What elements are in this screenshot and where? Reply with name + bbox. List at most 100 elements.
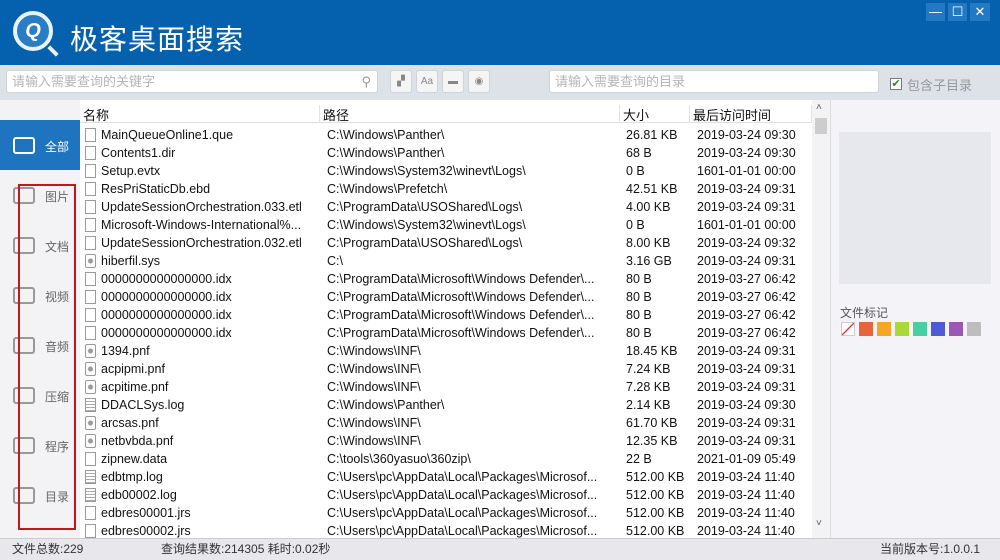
include-subdirs-checkbox[interactable]: ✔	[890, 78, 902, 90]
file-icon	[85, 164, 96, 178]
column-name[interactable]: 名称	[80, 105, 320, 123]
copy-mode-button[interactable]: ▞	[390, 70, 412, 93]
file-name: Setup.evtx	[101, 164, 161, 178]
file-size: 512.00 KB	[626, 506, 685, 520]
mark-color-swatch[interactable]	[931, 322, 945, 336]
file-path: C:\ProgramData\Microsoft\Windows Defende…	[327, 290, 595, 304]
file-mark-label: 文件标记	[840, 306, 889, 320]
gear-icon	[85, 254, 96, 268]
mark-color-swatch[interactable]	[967, 322, 981, 336]
eye-icon: ◉	[474, 76, 484, 87]
maximize-button[interactable]: ☐	[948, 3, 967, 21]
sidebar-item-0[interactable]: 全部	[0, 120, 80, 170]
file-name: ResPriStaticDb.ebd	[101, 182, 211, 196]
table-row[interactable]: zipnew.data C:\tools\360yasuo\360zip\ 22 B…	[80, 450, 812, 468]
file-icon	[85, 452, 96, 466]
file-path: C:\Users\pc\AppData\Local\Packages\Micro…	[327, 470, 598, 484]
table-row[interactable]: Contents1.dir C:\Windows\Panther\ 68 B 2019…	[80, 144, 812, 162]
match-case-button[interactable]: Aa	[416, 70, 438, 93]
mark-color-swatch[interactable]	[895, 322, 909, 336]
status-bar: 文件总数:229 查询结果数:214305 耗时:0.02秒 当前版本号:1.0…	[0, 538, 1000, 560]
preview-area	[839, 132, 991, 284]
last-access-time: 2019-03-24 09:32	[697, 236, 796, 250]
version: 当前版本号:1.0.0.1	[880, 542, 981, 556]
last-access-time: 2019-03-24 09:31	[697, 254, 796, 268]
table-row[interactable]: edbres00002.jrs C:\Users\pc\AppData\Local…	[80, 522, 812, 538]
last-access-time: 2019-03-27 06:42	[697, 290, 796, 304]
mark-color-swatch[interactable]	[841, 322, 855, 336]
table-row[interactable]: edb00002.log C:\Users\pc\AppData\Local\Pa…	[80, 486, 812, 504]
table-row[interactable]: netbvbda.pnf C:\Windows\INF\ 12.35 KB 2019-…	[80, 432, 812, 450]
monitor-icon: ▬	[448, 76, 458, 87]
table-row[interactable]: Microsoft-Windows-International%... C:\Wi…	[80, 216, 812, 234]
directory-input[interactable]: 请输入需要查询的目录	[549, 70, 879, 93]
last-access-time: 2019-03-24 09:31	[697, 344, 796, 358]
last-access-time: 2019-03-24 09:30	[697, 146, 796, 160]
last-access-time: 2019-03-24 09:31	[697, 182, 796, 196]
file-size: 18.45 KB	[626, 344, 678, 358]
table-row[interactable]: 1394.pnf C:\Windows\INF\ 18.45 KB 2019-03-2…	[80, 342, 812, 360]
last-access-time: 2019-03-24 09:31	[697, 380, 796, 394]
file-name: DDACLSys.log	[101, 398, 185, 412]
table-row[interactable]: 0000000000000000.idx C:\ProgramData\Micro…	[80, 270, 812, 288]
scroll-up-icon[interactable]: ˄	[816, 102, 822, 113]
vertical-scrollbar[interactable]: ˄ ˅	[812, 100, 830, 538]
file-path: C:\Windows\Prefetch\	[327, 182, 448, 196]
keyword-search-input[interactable]: 请输入需要查询的关键字 ⚲	[6, 70, 378, 93]
file-size: 3.16 GB	[626, 254, 672, 268]
table-row[interactable]: 0000000000000000.idx C:\ProgramData\Micro…	[80, 324, 812, 342]
table-row[interactable]: edbres00001.jrs C:\Users\pc\AppData\Local…	[80, 504, 812, 522]
table-row[interactable]: 0000000000000000.idx C:\ProgramData\Micro…	[80, 306, 812, 324]
desktop-button[interactable]: ▬	[442, 70, 464, 93]
file-name: zipnew.data	[101, 452, 168, 466]
mark-color-swatch[interactable]	[913, 322, 927, 336]
table-row[interactable]: MainQueueOnline1.que C:\Windows\Panther\ 2…	[80, 126, 812, 144]
table-row[interactable]: edbtmp.log C:\Users\pc\AppData\Local\Pack…	[80, 468, 812, 486]
column-last-access[interactable]: 最后访问时间	[690, 105, 812, 123]
table-row[interactable]: UpdateSessionOrchestration.032.etl C:\Pro…	[80, 234, 812, 252]
table-row[interactable]: DDACLSys.log C:\Windows\Panther\ 2.14 KB 20…	[80, 396, 812, 414]
include-subdirs-label[interactable]: 包含子目录	[907, 75, 972, 94]
table-row[interactable]: 0000000000000000.idx C:\ProgramData\Micro…	[80, 288, 812, 306]
file-path: C:\Windows\Panther\	[327, 146, 445, 160]
file-name: edbres00002.jrs	[101, 524, 191, 538]
table-row[interactable]: UpdateSessionOrchestration.033.etl C:\Pro…	[80, 198, 812, 216]
mark-color-swatch[interactable]	[859, 322, 873, 336]
mark-color-swatch[interactable]	[877, 322, 891, 336]
keyword-placeholder: 请输入需要查询的关键字	[12, 74, 156, 89]
file-icon	[85, 506, 96, 520]
file-icon	[85, 182, 96, 196]
table-row[interactable]: arcsas.pnf C:\Windows\INF\ 61.70 KB 2019-03…	[80, 414, 812, 432]
last-access-time: 2019-03-27 06:42	[697, 272, 796, 286]
table-row[interactable]: acpipmi.pnf C:\Windows\INF\ 7.24 KB 2019-03…	[80, 360, 812, 378]
file-size: 80 B	[626, 308, 652, 322]
file-icon	[85, 524, 96, 538]
scroll-thumb[interactable]	[815, 118, 827, 134]
preview-button[interactable]: ◉	[468, 70, 490, 93]
file-size: 7.24 KB	[626, 362, 671, 376]
file-icon	[85, 146, 96, 160]
table-row[interactable]: acpitime.pnf C:\Windows\INF\ 7.28 KB 2019-0…	[80, 378, 812, 396]
close-button[interactable]: ✕	[970, 3, 990, 21]
last-access-time: 2019-03-24 11:40	[697, 488, 795, 502]
file-size: 8.00 KB	[626, 236, 671, 250]
search-icon[interactable]: ⚲	[361, 71, 371, 92]
column-size[interactable]: 大小	[620, 105, 690, 123]
log-icon	[85, 470, 96, 484]
preview-panel: 文件标记	[830, 100, 1000, 538]
copy-icon: ▞	[397, 76, 405, 87]
file-icon	[85, 308, 96, 322]
mark-color-swatch[interactable]	[949, 322, 963, 336]
minimize-button[interactable]: —	[926, 3, 945, 21]
file-name: 0000000000000000.idx	[101, 326, 232, 340]
column-path[interactable]: 路径	[320, 105, 620, 123]
file-size: 22 B	[626, 452, 652, 466]
file-name: edbres00001.jrs	[101, 506, 191, 520]
file-name: edb00002.log	[101, 488, 177, 502]
file-icon	[85, 218, 96, 232]
table-row[interactable]: Setup.evtx C:\Windows\System32\winevt\Log…	[80, 162, 812, 180]
table-row[interactable]: hiberfil.sys C:\ 3.16 GB 2019-03-24 09:31	[80, 252, 812, 270]
table-row[interactable]: ResPriStaticDb.ebd C:\Windows\Prefetch\ 42…	[80, 180, 812, 198]
scroll-down-icon[interactable]: ˅	[816, 518, 822, 529]
file-path: C:\ProgramData\Microsoft\Windows Defende…	[327, 308, 595, 322]
